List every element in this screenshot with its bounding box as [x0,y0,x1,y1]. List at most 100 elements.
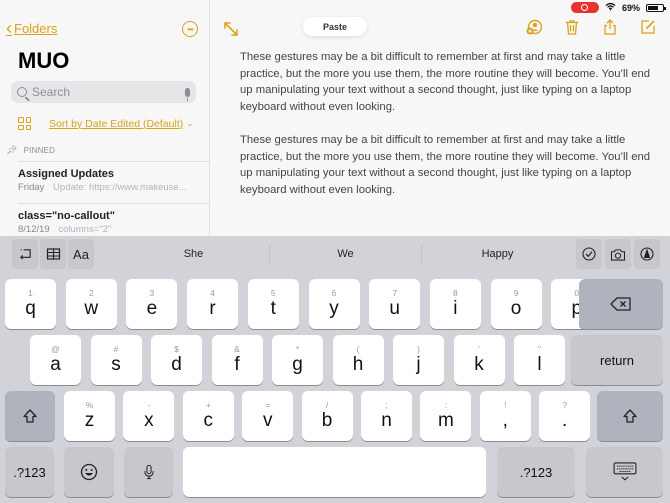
folders-back-label: Folders [14,21,58,36]
delete-key[interactable] [579,279,663,329]
key-alt-char: ' [478,344,480,354]
key-i[interactable]: 8i [429,279,481,329]
key-a[interactable]: @ a [30,335,81,385]
table-icon[interactable] [40,239,66,269]
gallery-view-icon[interactable] [18,117,31,130]
note-paragraph[interactable]: These gestures may be a bit difficult to… [240,49,660,115]
text-format-label: Aa [73,246,89,262]
text-format-button[interactable]: Aa [68,239,94,269]
sort-row: Sort by Date Edited (Default) ⌄ [18,117,194,130]
more-options-button[interactable]: ••• [182,21,198,37]
shift-key-right[interactable] [597,391,663,441]
search-field[interactable]: Search [11,81,196,103]
suggestion[interactable]: Happy [422,245,573,263]
key-char: d [171,354,182,375]
key-char: f [234,354,240,375]
key-r[interactable]: 4r [187,279,239,329]
note-paragraph[interactable]: These gestures may be a bit difficult to… [240,132,660,198]
key-char: i [453,298,458,319]
key-char: l [537,354,542,375]
key-s[interactable]: # s [90,335,142,385]
editor-toolbar [526,19,656,35]
markup-icon[interactable] [634,239,660,269]
note-list-item[interactable]: class="no-callout" 8/12/19 columns="2" [18,203,210,235]
key-o[interactable]: 9o [490,279,542,329]
share-icon[interactable] [602,19,618,35]
expand-icon[interactable] [223,21,239,37]
key-b[interactable]: / b [301,391,353,441]
key-alt-char: $ [174,344,179,354]
numbers-label: .?123 [519,464,553,480]
key-alt-char: " [537,344,542,354]
key-v[interactable]: = v [242,391,294,441]
camera-icon[interactable] [605,239,631,269]
key-l[interactable]: " l [514,335,565,385]
key-char: u [389,298,400,319]
emoji-key[interactable] [64,447,114,497]
undo-icon[interactable] [12,239,38,269]
return-key[interactable]: return [571,335,663,385]
key-alt-char: + [205,400,211,410]
key-d[interactable]: $ d [151,335,202,385]
status-bar-right: 69% [570,2,666,13]
key-h[interactable]: (h [332,335,384,385]
key-g[interactable]: * g [272,335,323,385]
predictive-suggestions: She We Happy [118,236,573,271]
pin-icon: 📌︎ [6,145,18,155]
sort-button[interactable]: Sort by Date Edited (Default) [49,118,183,130]
shift-key-left[interactable] [5,391,55,441]
key-c[interactable]: + c [182,391,234,441]
key-char: j [416,354,421,375]
onscreen-keyboard: Aa She We Happy 1q2w3e4r5t6y7u8i9o0p @ a #… [0,236,670,503]
pinned-section-header: 📌︎ PINNED [6,145,55,156]
dictation-key[interactable] [124,447,173,497]
folder-title: MUO [18,48,70,73]
key-period[interactable]: ?. [539,391,591,441]
note-list-item[interactable]: Assigned Updates Friday Update: https://… [18,161,210,193]
search-icon [17,87,27,97]
note-date: 8/12/19 [18,224,50,235]
key-n[interactable]: ; n [361,391,412,441]
key-alt-char: ) [417,344,420,354]
add-person-icon[interactable] [526,19,542,35]
key-f[interactable]: & f [211,335,263,385]
key-char: . [562,410,568,431]
folders-back-button[interactable]: ‹ Folders [6,19,58,37]
key-char: w [84,298,99,319]
key-alt-char: 7 [392,288,398,298]
note-body-text[interactable]: These gestures may be a bit difficult to… [240,49,660,215]
key-u[interactable]: 7u [369,279,421,329]
key-alt-char: 3 [149,288,155,298]
numbers-key-right[interactable]: .?123 [497,447,575,497]
ipad-notes-screen: 12:55 PM Thu Sep 26 ‹ Folders ••• MUO Se… [0,0,670,503]
key-q[interactable]: 1q [5,279,56,329]
key-y[interactable]: 6y [308,279,360,329]
numbers-key-left[interactable]: .?123 [5,447,54,497]
hide-keyboard-key[interactable] [586,447,663,497]
key-alt-char: ( [356,344,360,354]
key-t[interactable]: 5t [247,279,299,329]
suggestion[interactable]: We [270,244,422,263]
key-char: o [510,298,522,319]
note-title: class="no-callout" [18,210,115,222]
key-k[interactable]: ' k [453,335,505,385]
key-j[interactable]: ) j [393,335,444,385]
key-x[interactable]: -x [123,391,175,441]
key-w[interactable]: 2w [65,279,117,329]
paste-button[interactable]: Paste [303,17,367,36]
battery-percent: 69% [621,2,640,13]
dictation-mic-icon[interactable] [185,87,190,101]
checklist-icon[interactable] [576,239,602,269]
key-m[interactable]: :m [420,391,472,441]
key-comma[interactable]: !, [479,391,531,441]
suggestion[interactable]: She [118,244,270,263]
key-e[interactable]: 3e [126,279,178,329]
space-key[interactable] [183,447,486,497]
search-placeholder: Search [32,85,71,99]
trash-icon[interactable] [564,19,580,35]
key-char: y [329,298,339,319]
wifi-icon [605,2,616,13]
key-z[interactable]: % z [64,391,115,441]
compose-icon[interactable] [640,19,656,35]
chevron-down-icon[interactable]: ⌄ [186,118,194,129]
